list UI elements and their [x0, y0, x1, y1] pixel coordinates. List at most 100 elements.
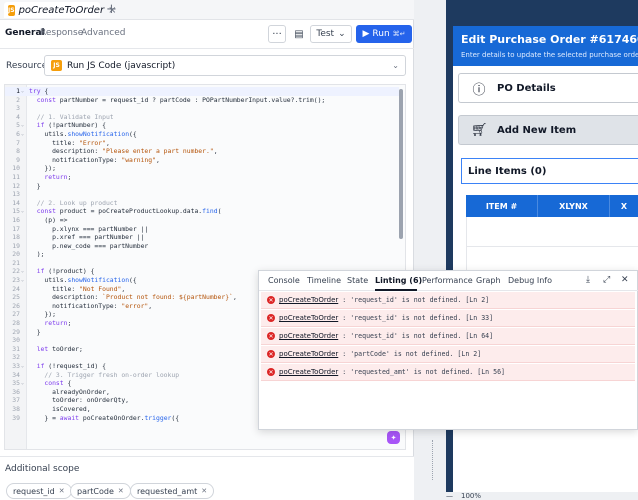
error-source-link[interactable]: poCreateToOrder: [279, 296, 338, 304]
fold-chevron-icon[interactable]: ⌄: [21, 362, 24, 371]
code-text: notificationType: "error",: [29, 301, 153, 310]
code-text: );: [29, 250, 45, 259]
scope-chip-label: requested_amt: [137, 486, 198, 496]
scope-chip[interactable]: request_id ✕: [6, 483, 72, 499]
line-number: 35: [12, 379, 20, 388]
query-tab[interactable]: JS poCreateToOrder ×: [4, 2, 116, 18]
column-header[interactable]: ITEM #: [466, 195, 538, 217]
code-line[interactable]: 9 notificationType: "warning",: [5, 156, 399, 165]
tab-performance[interactable]: Performance: [422, 276, 473, 285]
code-text: try {: [29, 87, 49, 95]
expand-icon[interactable]: ⤢: [603, 275, 610, 285]
code-line[interactable]: 7 title: "Error",: [5, 139, 399, 148]
lint-error-row[interactable]: ✕ poCreateToOrder : 'request_id' is not …: [261, 292, 635, 309]
code-text: description: "Please enter a part number…: [29, 147, 218, 156]
fold-chevron-icon[interactable]: ⌄: [21, 87, 24, 96]
tab-graph[interactable]: Graph: [476, 276, 501, 285]
close-icon[interactable]: ✕: [201, 487, 207, 495]
error-message: : 'request_id' is not defined. [Ln 2]: [342, 296, 490, 304]
fold-chevron-icon[interactable]: ⌄: [21, 267, 24, 276]
tab-advanced[interactable]: Advanced: [81, 28, 125, 38]
fold-chevron-icon[interactable]: ⌄: [21, 207, 24, 216]
code-line[interactable]: 3: [5, 104, 399, 113]
error-source-link[interactable]: poCreateToOrder: [279, 350, 338, 358]
code-line[interactable]: 12 }: [5, 182, 399, 191]
run-button[interactable]: ▶ Run ⌘↵: [356, 25, 412, 43]
code-text: toOrder: onOrderQty,: [29, 396, 130, 405]
zoom-level[interactable]: 100%: [461, 492, 481, 500]
code-line[interactable]: 2 const partNumber = request_id ? partCo…: [5, 96, 399, 105]
tab-debug-info[interactable]: Debug Info: [508, 276, 552, 285]
code-line[interactable]: 19 p.new_code === partNumber: [5, 242, 399, 251]
tab-response[interactable]: Response: [40, 28, 83, 38]
code-line[interactable]: 4 // 1. Validate Input: [5, 113, 399, 122]
error-source-link[interactable]: poCreateToOrder: [279, 332, 338, 340]
tab-console[interactable]: Console: [268, 276, 300, 285]
close-icon[interactable]: ✕: [621, 275, 629, 285]
code-text: // 3. Trigger fresh on-order lookup: [29, 370, 180, 379]
add-tab-icon[interactable]: +: [106, 2, 117, 18]
resource-select[interactable]: JS Run JS Code (javascript) ⌄: [44, 55, 406, 76]
error-source-link[interactable]: poCreateToOrder: [279, 314, 338, 322]
scope-chip[interactable]: partCode ✕: [70, 483, 131, 499]
column-header[interactable]: XLYNX: [538, 195, 610, 217]
close-icon[interactable]: ✕: [59, 487, 65, 495]
error-source-link[interactable]: poCreateToOrder: [279, 368, 338, 376]
fold-chevron-icon[interactable]: ⌄: [21, 379, 24, 388]
divider: [0, 48, 414, 49]
tab-state[interactable]: State: [347, 276, 368, 285]
code-line[interactable]: 5 ⌄ if (!partNumber) {: [5, 121, 399, 130]
tab-linting[interactable]: Linting (6): [375, 276, 422, 285]
lint-error-row[interactable]: ✕ poCreateToOrder : 'request_id' is not …: [261, 328, 635, 345]
code-line[interactable]: 18 p.xref === partNumber ||: [5, 233, 399, 242]
code-text: let toOrder;: [36, 344, 83, 353]
code-line[interactable]: 6 ⌄ utils.showNotification({: [5, 130, 399, 139]
line-items-section[interactable]: Line Items (0): [461, 158, 638, 184]
code-text: if (!product) {: [36, 267, 95, 276]
code-line[interactable]: 13: [5, 190, 399, 199]
fold-chevron-icon[interactable]: ⌄: [21, 130, 24, 139]
ai-assist-icon[interactable]: ✦: [387, 431, 400, 444]
lint-error-row[interactable]: ✕ poCreateToOrder : 'requested_amt' is n…: [261, 364, 635, 381]
editor-scrollbar[interactable]: [399, 89, 403, 239]
code-line[interactable]: 10 });: [5, 164, 399, 173]
code-text: }: [29, 327, 41, 336]
test-dropdown[interactable]: Test ⌄: [310, 25, 352, 43]
column-header[interactable]: X: [610, 195, 638, 217]
code-line[interactable]: 20 );: [5, 250, 399, 259]
resize-handle[interactable]: [432, 440, 434, 480]
page-title: Edit Purchase Order #617460: [461, 33, 638, 46]
download-icon[interactable]: ⤓: [586, 275, 590, 285]
debug-panel: Console Timeline State Linting (6) Perfo…: [258, 270, 638, 430]
code-line[interactable]: 16 (p) =>: [5, 216, 399, 225]
js-icon: JS: [51, 60, 62, 71]
code-line[interactable]: 21: [5, 259, 399, 268]
line-number: 28: [12, 319, 20, 328]
lint-error-row[interactable]: ✕ poCreateToOrder : 'request_id' is not …: [261, 310, 635, 327]
close-icon[interactable]: ✕: [118, 487, 124, 495]
tab-timeline[interactable]: Timeline: [307, 276, 341, 285]
line-number: 31: [12, 344, 20, 353]
code-text: }: [29, 181, 41, 190]
code-line[interactable]: 11 return;: [5, 173, 399, 182]
add-item-section[interactable]: 🛒︎ Add New Item: [458, 115, 638, 145]
code-line[interactable]: 14 // 2. Look up product: [5, 199, 399, 208]
code-line[interactable]: 1 ⌄ try {: [5, 87, 399, 96]
scope-chip[interactable]: requested_amt ✕: [130, 483, 215, 499]
code-text: isCovered,: [29, 404, 91, 413]
more-options-button[interactable]: ···: [268, 25, 286, 43]
lint-error-row[interactable]: ✕ poCreateToOrder : 'partCode' is not de…: [261, 346, 635, 363]
code-line[interactable]: 17 p.xlynx === partNumber ||: [5, 225, 399, 234]
po-details-section[interactable]: ⓘ PO Details: [458, 73, 638, 103]
code-line[interactable]: 15 ⌄ const product = poCreateProductLooku…: [5, 207, 399, 216]
fold-chevron-icon[interactable]: ⌄: [21, 276, 24, 285]
code-text: return;: [44, 172, 72, 181]
code-line[interactable]: 8 description: "Please enter a part numb…: [5, 147, 399, 156]
fold-chevron-icon[interactable]: ⌄: [21, 121, 24, 130]
line-number: 23: [12, 276, 20, 285]
code-text: p.xref === partNumber ||: [29, 233, 145, 242]
tab-general[interactable]: General: [5, 28, 45, 38]
info-icon: ⓘ: [472, 82, 486, 98]
notes-icon[interactable]: ▤: [290, 25, 308, 43]
zoom-out-button[interactable]: —: [446, 492, 453, 500]
